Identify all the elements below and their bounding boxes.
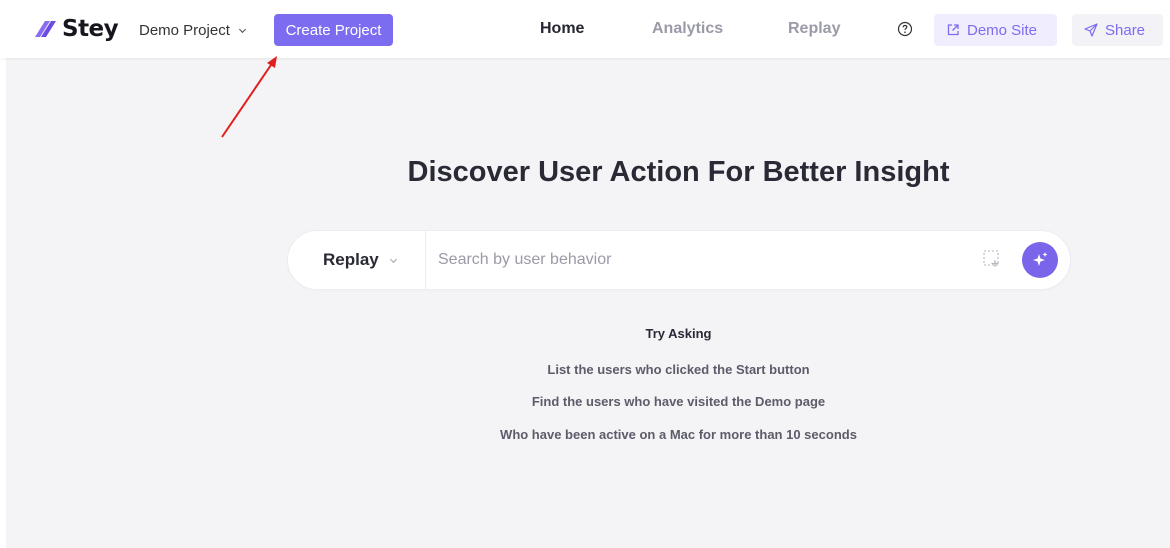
share-label: Share <box>1105 21 1146 39</box>
project-selector-value: Demo Project <box>139 21 230 39</box>
nav-home[interactable]: Home <box>540 20 584 38</box>
select-area-icon[interactable] <box>982 249 1002 269</box>
suggestion-item[interactable]: List the users who clicked the Start but… <box>0 362 1170 377</box>
external-link-icon <box>947 24 959 36</box>
share-icon <box>1084 23 1098 37</box>
help-circle-icon[interactable] <box>897 21 913 37</box>
chevron-down-icon <box>389 258 397 263</box>
search-input[interactable] <box>438 245 958 275</box>
suggestion-item[interactable]: Find the users who have visited the Demo… <box>0 394 1170 409</box>
logo[interactable]: Stey <box>32 12 119 46</box>
share-button[interactable]: Share <box>1072 14 1163 46</box>
ai-search-button[interactable] <box>1022 242 1058 278</box>
top-navbar: Stey Demo Project Create Project Home An… <box>0 0 1170 58</box>
search-mode-value: Replay <box>323 250 379 269</box>
search-bar: Replay <box>287 230 1071 290</box>
search-mode-selector[interactable]: Replay <box>288 231 426 289</box>
nav-analytics[interactable]: Analytics <box>652 20 723 38</box>
sparkle-icon <box>1033 252 1048 266</box>
demo-site-button[interactable]: Demo Site <box>934 14 1057 46</box>
nav-replay[interactable]: Replay <box>788 20 840 38</box>
annotation-arrow <box>221 56 277 138</box>
stey-logo-icon <box>35 21 56 37</box>
logo-text: Stey <box>62 16 119 42</box>
main-content <box>6 58 1170 548</box>
create-project-button[interactable]: Create Project <box>274 14 393 46</box>
chevron-down-icon <box>238 28 246 33</box>
project-selector[interactable]: Demo Project <box>139 18 247 42</box>
try-asking-title: Try Asking <box>645 326 712 341</box>
suggestion-item[interactable]: Who have been active on a Mac for more t… <box>0 427 1170 442</box>
demo-site-label: Demo Site <box>967 21 1038 39</box>
page-headline: Discover User Action For Better Insight <box>407 156 950 188</box>
